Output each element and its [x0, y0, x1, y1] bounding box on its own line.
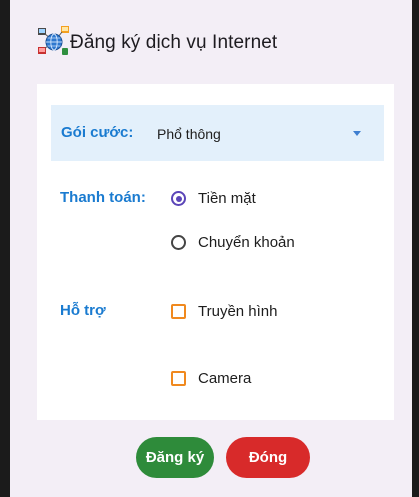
close-button[interactable]: Đóng	[226, 437, 310, 478]
radio-unchecked-icon	[171, 235, 186, 250]
support-option-tv[interactable]: Truyền hình	[171, 301, 311, 327]
support-label: Hỗ trợ	[60, 302, 106, 319]
support-option-camera-label: Camera	[198, 370, 252, 387]
support-option-camera[interactable]: Camera	[171, 368, 291, 394]
checkbox-unchecked-icon	[171, 304, 186, 319]
payment-option-cash[interactable]: Tiền mặt	[171, 188, 291, 214]
checkbox-unchecked-icon	[171, 371, 186, 386]
payment-label: Thanh toán:	[60, 189, 146, 206]
register-internet-dialog: Đăng ký dịch vụ Internet Gói cước: Phổ t…	[10, 0, 412, 497]
payment-option-transfer-label: Chuyển khoản	[198, 234, 295, 251]
package-spinner[interactable]: Gói cước: Phổ thông	[51, 105, 384, 161]
package-selected-value: Phổ thông	[157, 126, 221, 142]
dialog-title: Đăng ký dịch vụ Internet	[70, 32, 278, 53]
radio-checked-icon	[171, 191, 186, 206]
register-button[interactable]: Đăng ký	[136, 437, 214, 478]
dropdown-arrow-icon	[353, 131, 361, 136]
package-label: Gói cước:	[61, 124, 134, 141]
internet-service-icon	[37, 26, 71, 56]
payment-option-cash-label: Tiền mặt	[198, 190, 256, 207]
form-panel: Gói cước: Phổ thông Thanh toán: Tiền mặt…	[37, 84, 394, 420]
payment-option-transfer[interactable]: Chuyển khoản	[171, 232, 331, 258]
support-option-tv-label: Truyền hình	[198, 303, 278, 320]
dialog-titlebar: Đăng ký dịch vụ Internet	[10, 0, 412, 84]
